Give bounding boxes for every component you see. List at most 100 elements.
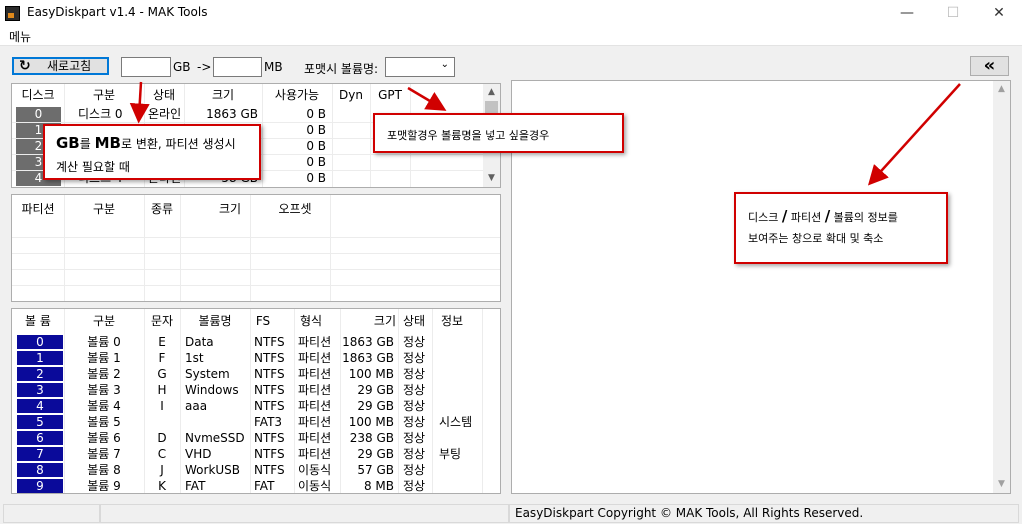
volume-name-cell: 볼륨 3 xyxy=(87,383,121,397)
disk-header-dyn[interactable]: Dyn xyxy=(332,84,370,106)
partition-list[interactable]: 파티션 구분 종류 크기 오프셋 xyxy=(11,194,501,302)
disk-index-badge: 0 xyxy=(16,107,61,122)
volume-label-cell: System xyxy=(185,367,230,381)
volume-list[interactable]: 볼 륨 구분 문자 볼륨명 FS 형식 크기 상태 정보 0 볼륨 0 E Data N… xyxy=(11,308,501,494)
scroll-up-icon[interactable]: ▲ xyxy=(993,81,1010,98)
volume-format-cell: 파티션 xyxy=(298,383,332,397)
collapse-panel-button[interactable]: « xyxy=(970,56,1009,76)
refresh-button[interactable]: ↻ 새로고침 xyxy=(12,57,109,75)
disk-header-index[interactable]: 디스크 xyxy=(12,84,64,106)
disk-header-size[interactable]: 크기 xyxy=(184,84,262,106)
volume-header-label[interactable]: 볼륨명 xyxy=(180,310,250,332)
volume-fs-cell: NTFS xyxy=(254,399,285,413)
volume-name-cell: 볼륨 9 xyxy=(87,479,121,493)
volume-index-badge: 6 xyxy=(17,431,63,445)
volume-letter-cell: D xyxy=(157,431,167,445)
volume-label-cell: NvmeSSD xyxy=(185,431,245,445)
volume-state-cell: 정상 xyxy=(403,415,426,429)
volume-letter-cell: F xyxy=(158,351,166,365)
annotation-info-panel: 디스크 / 파티션 / 볼륨의 정보를 보여주는 창으로 확대 및 축소 xyxy=(734,192,948,264)
volume-size-cell: 29 GB xyxy=(357,383,394,397)
volume-fs-cell: NTFS xyxy=(254,335,285,349)
partition-header-index[interactable]: 파티션 xyxy=(12,198,64,220)
volume-name-cell: 볼륨 7 xyxy=(87,447,121,461)
volume-fs-cell: NTFS xyxy=(254,463,285,477)
volume-format-cell: 파티션 xyxy=(298,415,332,429)
gb-input[interactable] xyxy=(121,57,171,77)
volume-header-format[interactable]: 형식 xyxy=(296,310,326,332)
volume-name-select[interactable]: ⌄ xyxy=(385,57,455,77)
volume-format-cell: 이동식 xyxy=(298,463,332,477)
disk-free-cell: 0 B xyxy=(306,171,326,185)
partition-header-offset[interactable]: 오프셋 xyxy=(252,198,338,220)
volume-index-badge: 4 xyxy=(17,399,63,413)
maximize-button[interactable]: ☐ xyxy=(930,0,976,27)
menu-item-menu[interactable]: 메뉴 xyxy=(9,28,31,45)
window-title: EasyDiskpart v1.4 - MAK Tools xyxy=(27,5,208,19)
volume-header-fs[interactable]: FS xyxy=(250,310,276,332)
volume-index-badge: 9 xyxy=(17,479,63,493)
annotation-gb-mb: GB를 MB로 변환, 파티션 생성시 계산 필요할 때 xyxy=(43,124,261,180)
volume-letter-cell xyxy=(144,414,180,430)
close-button[interactable]: ✕ xyxy=(976,0,1022,27)
disk-header-name[interactable]: 구분 xyxy=(64,84,144,106)
disk-free-cell: 0 B xyxy=(306,107,326,121)
volume-size-cell: 29 GB xyxy=(357,399,394,413)
status-bar: EasyDiskpart Copyright © MAK Tools, All … xyxy=(0,501,1022,524)
volume-format-cell: 파티션 xyxy=(298,447,332,461)
volume-fs-cell: NTFS xyxy=(254,367,285,381)
disk-header-gpt[interactable]: GPT xyxy=(370,84,410,106)
disk-header-status[interactable]: 상태 xyxy=(144,84,184,106)
volume-header-letter[interactable]: 문자 xyxy=(144,310,180,332)
disk-size-cell: 1863 GB xyxy=(206,107,258,121)
scroll-down-icon[interactable]: ▼ xyxy=(993,476,1010,493)
mb-unit-label: MB xyxy=(264,60,283,74)
mb-input[interactable] xyxy=(213,57,262,77)
partition-header-type[interactable]: 종류 xyxy=(144,198,180,220)
refresh-icon: ↻ xyxy=(19,58,31,74)
volume-header-size[interactable]: 크기 xyxy=(352,310,396,332)
volume-state-cell: 정상 xyxy=(403,383,426,397)
copyright-text: EasyDiskpart Copyright © MAK Tools, All … xyxy=(515,506,864,520)
volume-name-cell: 볼륨 6 xyxy=(87,431,121,445)
volume-info-cell xyxy=(439,462,481,478)
volume-info-cell: 시스템 xyxy=(439,415,473,429)
volume-fs-cell: NTFS xyxy=(254,447,285,461)
minimize-button[interactable]: — xyxy=(884,0,930,27)
volume-label-cell: FAT xyxy=(185,479,206,493)
volume-header-state[interactable]: 상태 xyxy=(398,310,430,332)
partition-header-name[interactable]: 구분 xyxy=(64,198,144,220)
volume-header-name[interactable]: 구분 xyxy=(64,310,144,332)
volume-info-cell xyxy=(439,350,481,366)
volume-name-label: 포맷시 볼륨명: xyxy=(304,62,379,76)
app-icon xyxy=(5,6,20,21)
volume-info-cell xyxy=(439,430,481,446)
volume-letter-cell: J xyxy=(160,463,164,477)
volume-state-cell: 정상 xyxy=(403,335,426,349)
annotation-volume-name: 포맷할경우 볼륨명을 넣고 싶을경우 xyxy=(373,113,624,153)
scroll-up-icon[interactable]: ▲ xyxy=(483,84,500,101)
volume-size-cell: 100 MB xyxy=(348,367,394,381)
volume-header-index[interactable]: 볼 륨 xyxy=(12,310,64,332)
volume-name-cell: 볼륨 0 xyxy=(87,335,121,349)
scroll-down-icon[interactable]: ▼ xyxy=(483,170,500,187)
volume-state-cell: 정상 xyxy=(403,351,426,365)
volume-size-cell: 1863 GB xyxy=(342,351,394,365)
disk-header-free[interactable]: 사용가능 xyxy=(262,84,332,106)
volume-label-cell: Data xyxy=(185,335,214,349)
volume-index-badge: 3 xyxy=(17,383,63,397)
volume-index-badge: 2 xyxy=(17,367,63,381)
volume-size-cell: 238 GB xyxy=(349,431,394,445)
volume-header-info[interactable]: 정보 xyxy=(432,310,472,332)
title-bar: EasyDiskpart v1.4 - MAK Tools — ☐ ✕ xyxy=(0,0,1022,27)
volume-size-cell: 57 GB xyxy=(357,463,394,477)
chevron-down-icon: ⌄ xyxy=(440,59,449,70)
volume-fs-cell: FAT xyxy=(254,479,275,493)
convert-arrow-label: -> xyxy=(197,60,212,74)
info-panel-scrollbar[interactable]: ▲ ▼ xyxy=(993,81,1010,493)
disk-free-cell: 0 B xyxy=(306,123,326,137)
volume-index-badge: 5 xyxy=(17,415,63,429)
volume-name-cell: 볼륨 4 xyxy=(87,399,121,413)
volume-index-badge: 8 xyxy=(17,463,63,477)
volume-format-cell: 파티션 xyxy=(298,367,332,381)
